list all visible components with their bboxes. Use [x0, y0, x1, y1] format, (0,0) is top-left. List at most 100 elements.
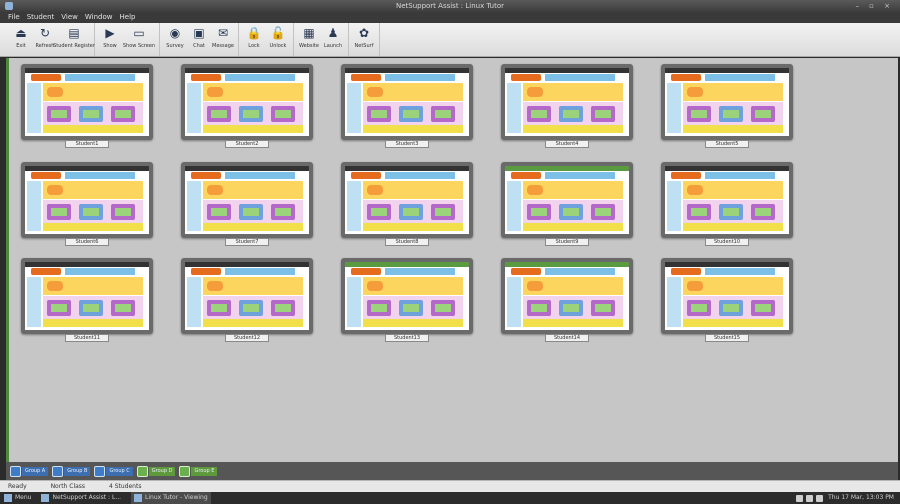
student-thumbnail[interactable]: Student3 — [341, 64, 473, 150]
taskbar-item-label: NetSupport Assist : L... — [52, 494, 122, 501]
taskbar-item[interactable]: NetSupport Assist : L... — [41, 492, 121, 504]
network-icon[interactable] — [796, 494, 804, 502]
student-name-label: Student2 — [225, 140, 269, 148]
preview-tile — [591, 204, 615, 220]
student-thumbnail[interactable]: Student10 — [661, 162, 793, 248]
taskbar-item[interactable]: Linux Tutor - Viewing — [131, 492, 211, 504]
preview-tile — [399, 204, 423, 220]
thumbnail-frame — [341, 162, 473, 238]
preview-logo — [31, 172, 61, 179]
student-screen-preview — [665, 166, 789, 234]
status-count: 4 Students — [108, 483, 142, 490]
preview-bar — [185, 262, 309, 267]
lock-button[interactable]: 🔒 Lock — [242, 23, 266, 56]
clock: Thu 17 Mar, 13:03 PM — [828, 494, 894, 501]
exit-button[interactable]: ⏏ Exit — [9, 23, 33, 56]
menu-item-window[interactable]: Window — [85, 13, 113, 21]
preview-logo-right — [705, 172, 775, 179]
student-thumbnail[interactable]: Student1 — [21, 64, 153, 150]
preview-tile — [399, 106, 423, 122]
group-tab[interactable]: Group A — [10, 465, 49, 477]
student-name-label: Student15 — [705, 334, 749, 342]
preview-side — [507, 277, 521, 327]
menu-item-view[interactable]: View — [61, 13, 78, 21]
preview-tile — [687, 106, 711, 122]
preview-side — [507, 181, 521, 231]
preview-bar — [185, 68, 309, 73]
group-tab[interactable]: Group C — [94, 465, 133, 477]
student-thumbnail[interactable]: Student5 — [661, 64, 793, 150]
chat-button[interactable]: ▣ Chat — [187, 23, 211, 56]
student-thumbnail[interactable]: Student8 — [341, 162, 473, 248]
show-button[interactable]: ▶ Show — [98, 23, 122, 56]
group-name: Group C — [106, 466, 133, 476]
show-screen-button[interactable]: ▭ Show Screen — [122, 23, 156, 56]
message-button[interactable]: ✉ Message — [211, 23, 235, 56]
preview-tile — [239, 204, 263, 220]
student-name-label: Student13 — [385, 334, 429, 342]
group-name: Group B — [64, 466, 91, 476]
menu-item-help[interactable]: Help — [120, 13, 136, 21]
group-tab[interactable]: Group D — [136, 465, 176, 477]
volume-icon[interactable] — [806, 494, 814, 502]
netsurf-button[interactable]: ✿ NetSurf — [352, 23, 376, 56]
window-controls[interactable]: – ▫ × — [855, 0, 894, 12]
preview-logo-right — [385, 172, 455, 179]
menu-item-student[interactable]: Student — [27, 13, 55, 21]
refresh-button[interactable]: ↻ Refresh — [33, 23, 57, 56]
toolbar-button-label: Chat — [193, 43, 205, 49]
app-icon — [5, 2, 13, 10]
menu-item-file[interactable]: File — [8, 13, 20, 21]
preview-logo-right — [705, 268, 775, 275]
preview-tile — [79, 300, 103, 316]
group-icon — [179, 465, 191, 477]
preview-logo — [351, 172, 381, 179]
preview-logo — [671, 268, 701, 275]
group-tab[interactable]: Group B — [52, 465, 91, 477]
preview-logo-right — [385, 74, 455, 81]
thumbnail-frame — [661, 64, 793, 140]
taskbar-item-label: Linux Tutor - Viewing — [145, 494, 208, 501]
preview-bar — [25, 262, 149, 267]
group-icon — [94, 465, 106, 477]
student-thumbnail[interactable]: Student2 — [181, 64, 313, 150]
student-thumbnail[interactable]: Student6 — [21, 162, 153, 248]
preview-logo-right — [65, 268, 135, 275]
student-thumbnail[interactable]: Student4 — [501, 64, 633, 150]
thumbnail-frame — [501, 258, 633, 334]
student-register-button[interactable]: ▤ Student Register — [53, 23, 95, 56]
toolbar-button-label: Exit — [16, 43, 26, 49]
student-thumbnail[interactable]: Student13 — [341, 258, 473, 344]
student-thumbnail[interactable]: Student11 — [21, 258, 153, 344]
group-tab[interactable]: Group E — [179, 465, 218, 477]
preview-tile — [111, 300, 135, 316]
student-name-label: Student8 — [385, 238, 429, 246]
launch-button[interactable]: ♟ Launch — [321, 23, 345, 56]
window-icon — [41, 494, 50, 502]
battery-icon[interactable] — [816, 494, 824, 502]
taskbar-item[interactable]: Menu — [4, 492, 31, 504]
student-thumbnail[interactable]: Student12 — [181, 258, 313, 344]
preview-logo — [31, 74, 61, 81]
student-thumbnail[interactable]: Student15 — [661, 258, 793, 344]
preview-bar — [665, 166, 789, 171]
group-bar: Group A Group B Group C Group D Group E — [6, 462, 898, 480]
student-thumbnail[interactable]: Student14 — [501, 258, 633, 344]
survey-button[interactable]: ◉ Survey — [163, 23, 187, 56]
website-button[interactable]: ▦ Website — [297, 23, 321, 56]
preview-tile — [207, 204, 231, 220]
preview-hero — [683, 277, 783, 295]
unlock-button[interactable]: 🔓 Unlock — [266, 23, 290, 56]
toolbar-group: ◉ Survey ▣ Chat ✉ Message — [160, 23, 239, 56]
preview-side — [187, 277, 201, 327]
student-screen-preview — [25, 262, 149, 330]
preview-logo — [351, 74, 381, 81]
group-name: Group D — [148, 466, 176, 476]
preview-tile — [111, 106, 135, 122]
preview-tile — [527, 204, 551, 220]
student-screen-preview — [25, 68, 149, 136]
preview-hero — [43, 83, 143, 101]
student-thumbnail[interactable]: Student9 — [501, 162, 633, 248]
toolbar-button-label: Refresh — [35, 43, 55, 49]
student-thumbnail[interactable]: Student7 — [181, 162, 313, 248]
